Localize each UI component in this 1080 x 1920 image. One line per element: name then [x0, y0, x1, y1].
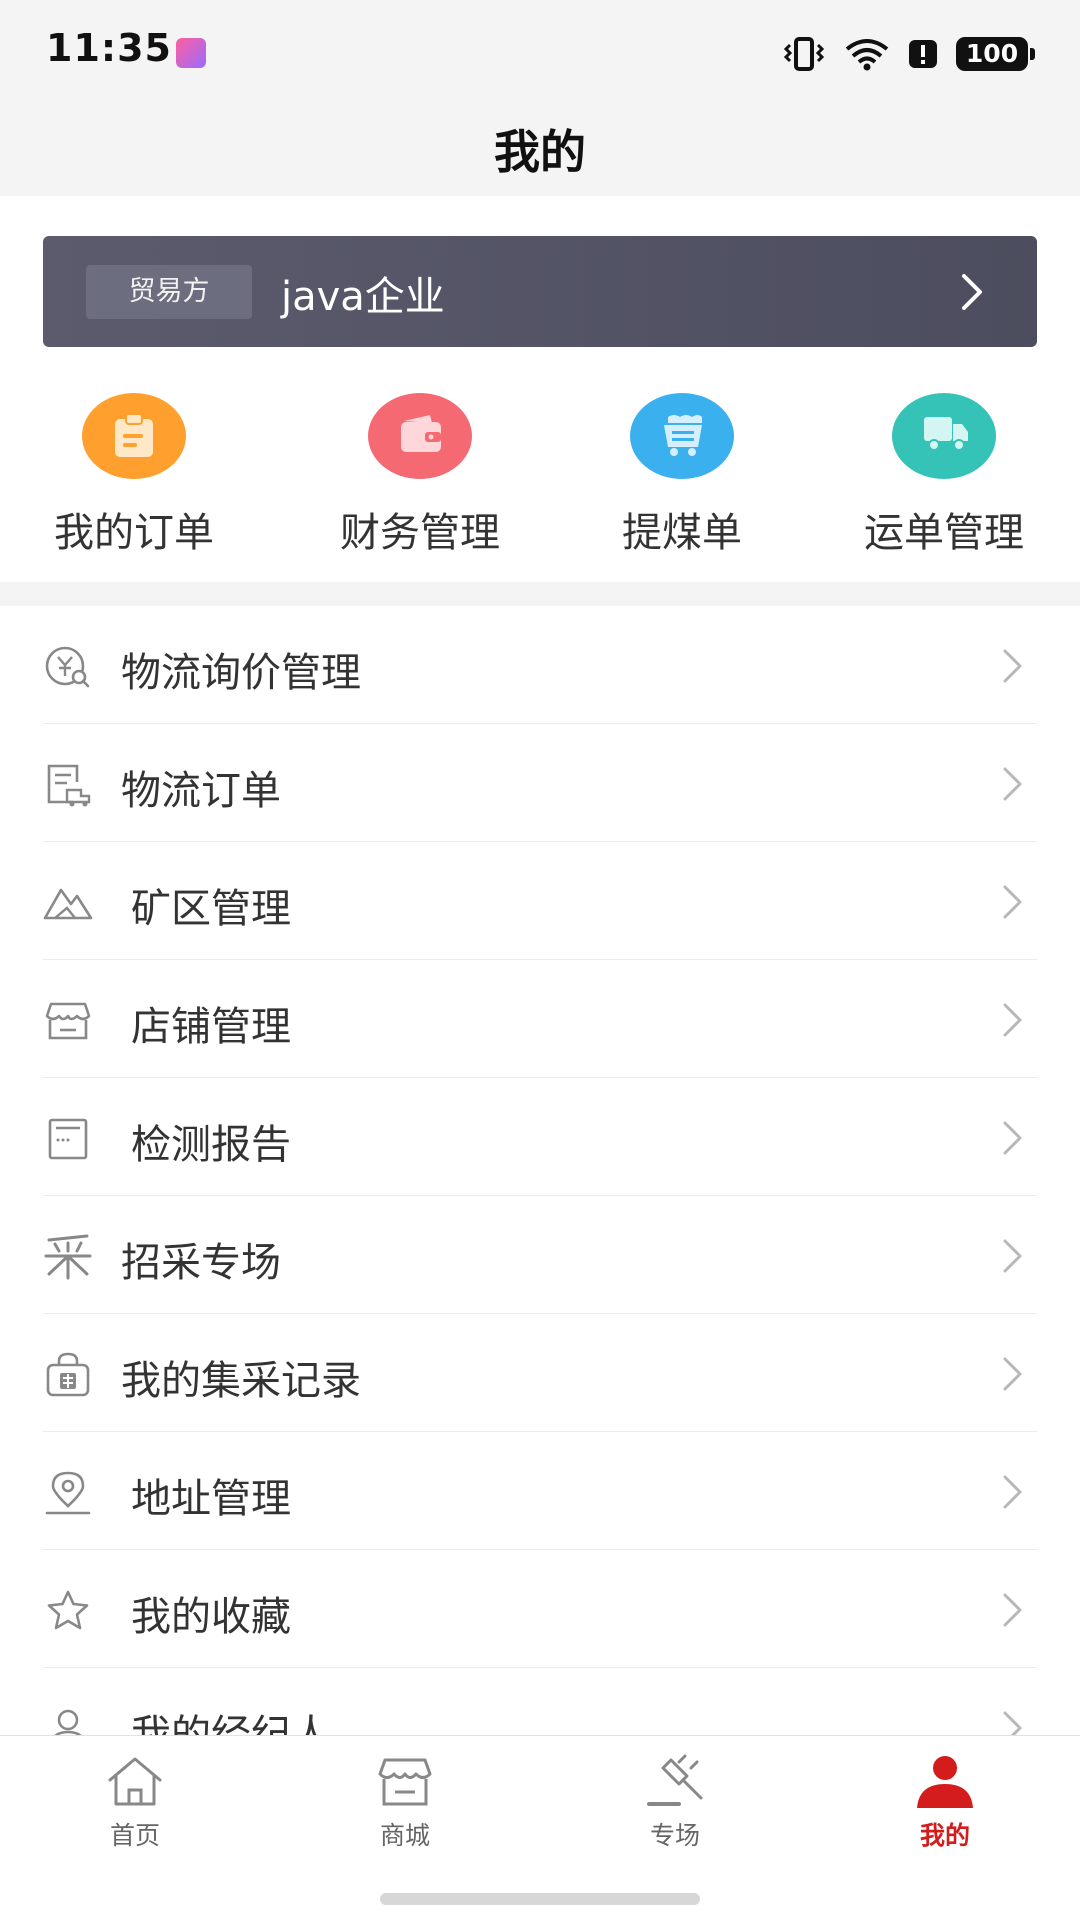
tab-shop[interactable]: 商城	[270, 1754, 540, 1864]
quick-entry-my-orders[interactable]: 我的订单	[2, 390, 266, 560]
menu-item-logistics-inquiry[interactable]: 物流询价管理	[43, 606, 1037, 724]
vibrate-icon	[783, 37, 825, 71]
shop-icon	[378, 1758, 432, 1806]
wallet-icon	[368, 393, 472, 479]
home-indicator	[380, 1893, 700, 1905]
tab-special[interactable]: 专场	[540, 1754, 810, 1864]
section-divider	[0, 582, 1080, 606]
menu-item-procurement[interactable]: 招采专场	[43, 1196, 1037, 1314]
quick-entry-label: 财务管理	[340, 510, 500, 556]
menu-item-label: 我的收藏	[131, 1594, 291, 1640]
menu-item-group-buy-records[interactable]: 我的集采记录	[43, 1314, 1037, 1432]
logistics-order-icon	[47, 764, 91, 807]
clipboard-icon	[82, 393, 186, 479]
chevron-right-icon	[1003, 1593, 1022, 1627]
store-icon	[45, 1002, 91, 1040]
chevron-right-icon	[1003, 1475, 1022, 1509]
menu-item-label: 招采专场	[121, 1240, 281, 1286]
report-icon	[48, 1118, 88, 1160]
menu-item-address[interactable]: 地址管理	[43, 1432, 1037, 1550]
quick-entries: 我的订单 财务管理 提煤单 运单管理	[0, 390, 1080, 560]
user-icon	[917, 1756, 973, 1808]
tab-label: 专场	[649, 1821, 700, 1850]
status-icons: 100	[782, 34, 1035, 74]
yen-search-icon	[45, 646, 90, 688]
menu-item-label: 矿区管理	[131, 886, 291, 932]
menu-item-favorites[interactable]: 我的收藏	[43, 1550, 1037, 1668]
chevron-right-icon	[1003, 1239, 1022, 1273]
chevron-right-icon	[1003, 767, 1022, 801]
menu-item-label: 我的集采记录	[121, 1358, 361, 1404]
tab-label: 商城	[379, 1821, 430, 1850]
mountain-icon	[43, 888, 93, 920]
location-pin-icon	[45, 1471, 91, 1515]
quick-entry-coal-slip[interactable]: 提煤单	[550, 390, 814, 560]
menu-item-label: 店铺管理	[131, 1004, 291, 1050]
menu-list: 物流询价管理 物流订单 矿区管理 店铺管理 检测报告 招采专场 我的集采记录 地…	[0, 606, 1080, 1786]
chevron-right-icon	[1003, 1003, 1022, 1037]
procurement-icon	[44, 1234, 92, 1280]
quick-entry-label: 运单管理	[864, 510, 1024, 556]
company-card[interactable]: 贸易方 java企业	[43, 236, 1037, 347]
star-icon	[47, 1590, 89, 1630]
chevron-right-icon	[962, 274, 982, 310]
chevron-right-icon	[1003, 885, 1022, 919]
menu-item-mining-area[interactable]: 矿区管理	[43, 842, 1037, 960]
chevron-right-icon	[1003, 1357, 1022, 1391]
role-tag: 贸易方	[86, 265, 252, 319]
nav-header: 我的	[0, 100, 1080, 196]
auction-hammer-icon	[647, 1754, 703, 1806]
status-bar: 11:35 100	[0, 0, 1080, 100]
alert-icon	[909, 40, 937, 68]
tab-label: 我的	[919, 1821, 970, 1850]
menu-item-logistics-orders[interactable]: 物流订单	[43, 724, 1037, 842]
tab-label: 首页	[109, 1821, 160, 1850]
notification-app-icon	[176, 38, 206, 68]
coal-cart-icon	[630, 393, 734, 479]
wifi-icon	[845, 39, 889, 71]
page-title: 我的	[494, 125, 586, 179]
group-buy-bag-icon	[46, 1352, 90, 1397]
menu-item-label: 物流订单	[121, 768, 281, 814]
home-icon	[108, 1757, 162, 1806]
quick-entry-label: 我的订单	[54, 510, 214, 556]
menu-item-label: 物流询价管理	[121, 650, 361, 696]
menu-item-label: 检测报告	[131, 1122, 291, 1168]
tab-mine[interactable]: 我的	[810, 1754, 1080, 1864]
chevron-right-icon	[1003, 649, 1022, 683]
menu-item-test-report[interactable]: 检测报告	[43, 1078, 1037, 1196]
tab-home[interactable]: 首页	[0, 1754, 270, 1864]
status-time: 11:35	[46, 26, 172, 70]
quick-entry-waybill[interactable]: 运单管理	[812, 390, 1076, 560]
menu-item-store[interactable]: 店铺管理	[43, 960, 1037, 1078]
company-name: java企业	[281, 274, 445, 320]
truck-icon	[892, 393, 996, 479]
battery-indicator: 100	[956, 37, 1035, 71]
quick-entry-finance[interactable]: 财务管理	[288, 390, 552, 560]
chevron-right-icon	[1003, 1121, 1022, 1155]
quick-entry-label: 提煤单	[622, 510, 742, 556]
menu-item-label: 地址管理	[131, 1476, 291, 1522]
